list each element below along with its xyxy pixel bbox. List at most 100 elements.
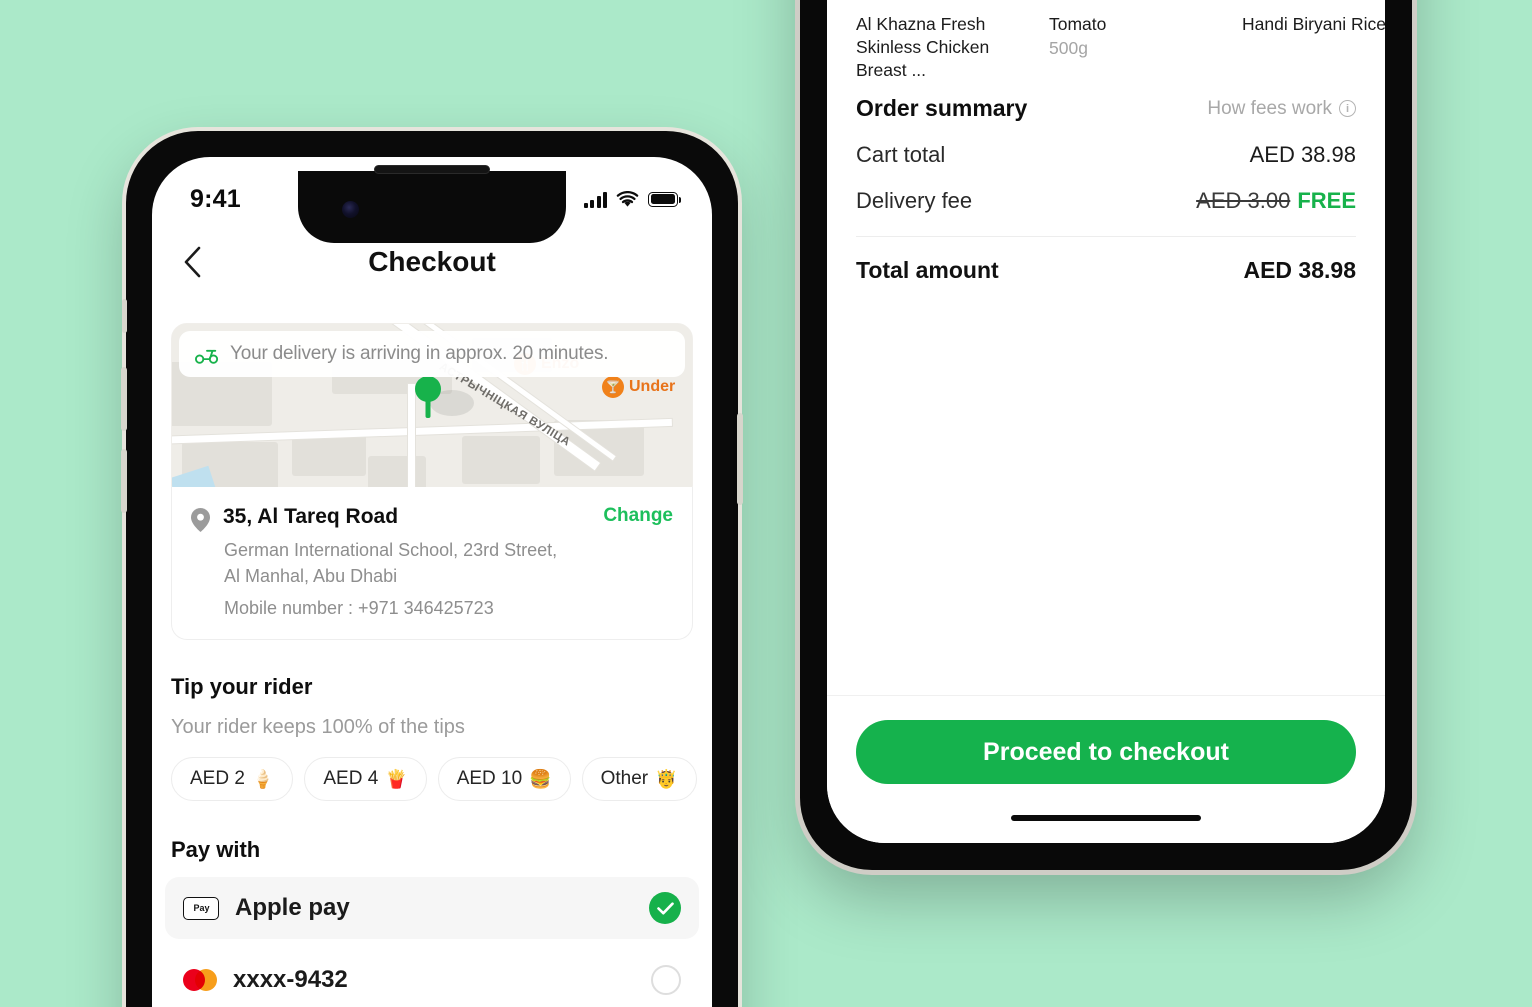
delivery-address-card: 35, Al Tareq Road Change German Internat… (171, 487, 693, 641)
front-camera-icon (342, 201, 359, 218)
address-mobile-number: Mobile number : +971 346425723 (224, 598, 494, 619)
address-header: 35, Al Tareq Road Change (191, 505, 673, 532)
payment-method-label: Apple pay (235, 894, 350, 922)
volume-down-button[interactable] (121, 449, 127, 513)
total-label: Total amount (856, 257, 999, 283)
mastercard-icon (183, 969, 217, 992)
checkout-scroll-body: АСТРЫЧНІЦКАЯ ВУЛІЦА 🍴 Enzo 🍸 Under (152, 305, 712, 1007)
summary-row-delivery-fee: Delivery fee AED 3.00 FREE (856, 188, 1356, 214)
how-fees-work-link[interactable]: How fees work i (1207, 98, 1356, 120)
how-fees-work-label: How fees work (1207, 97, 1332, 119)
delivery-map[interactable]: АСТРЫЧНІЦКАЯ ВУЛІЦА 🍴 Enzo 🍸 Under (171, 323, 693, 501)
silence-switch[interactable] (122, 299, 127, 333)
order-summary-title: Order summary (856, 95, 1028, 121)
product-price: AED 7.50 (856, 0, 1024, 6)
product-size: 500g (1049, 38, 1088, 59)
battery-full-icon (648, 191, 682, 207)
product-name: Handi Biryani Rice 5 (1242, 14, 1385, 34)
product-card[interactable]: AED 1.48 Tomato 500g (1049, 0, 1217, 84)
volume-up-button[interactable] (121, 367, 127, 431)
cart-screen-body: Handi Handi Biryani Rice 5kg (827, 0, 1385, 843)
payment-radio-unselected[interactable] (651, 965, 681, 996)
order-summary: Order summary How fees work i Cart total… (856, 95, 1356, 284)
payment-method-label: xxxx-9432 (233, 966, 348, 994)
fries-icon: 🍟 (385, 768, 408, 789)
crown-icon: 🤴 (655, 768, 678, 789)
address-title: 35, Al Tareq Road (223, 505, 399, 528)
tip-option-aed-4[interactable]: AED 4 🍟 (304, 757, 427, 802)
product-card[interactable]: Handi Biryani Rice 5 (1242, 0, 1385, 84)
tip-option-label: Other (600, 768, 649, 790)
product-name: Al Khazna Fresh Skinless Chicken Breast … (856, 14, 990, 81)
location-pin-icon (191, 508, 210, 532)
product-price: AED 1.48 (1049, 0, 1217, 6)
status-bar-icons (583, 190, 682, 208)
tip-option-aed-10[interactable]: AED 10 🍔 (437, 757, 571, 802)
summary-row-total: Total amount AED 38.98 (856, 257, 1356, 284)
address-line-2: Al Manhal, Abu Dhabi (224, 565, 398, 586)
tip-options: AED 2 🍦 AED 4 🍟 AED 10 🍔 Other 🤴 (171, 757, 712, 802)
ice-cream-icon: 🍦 (251, 768, 275, 789)
payment-method-apple-pay[interactable]: Pay Apple pay (165, 877, 699, 940)
summary-label: Delivery fee (856, 188, 973, 213)
notch (298, 165, 566, 243)
chevron-left-icon (184, 246, 200, 278)
pay-section-title: Pay with (171, 837, 261, 863)
address-details: German International School, 23rd Street… (224, 538, 673, 619)
original-delivery-fee: AED 3.00 (1196, 188, 1291, 213)
product-card[interactable]: Chicken Breast AL KHAZNA Fresh (856, 0, 1024, 84)
free-badge: FREE (1297, 188, 1356, 213)
summary-value: AED 38.98 (1249, 142, 1356, 167)
product-name: Tomato (1049, 14, 1107, 34)
change-address-link[interactable]: Change (603, 505, 673, 527)
page-title: Checkout (368, 246, 496, 277)
tip-option-label: AED 10 (456, 768, 523, 790)
payment-method-mastercard[interactable]: xxxx-9432 (165, 949, 699, 1007)
summary-label: Cart total (856, 142, 946, 167)
back-button[interactable] (164, 234, 220, 290)
tip-section-title: Tip your rider (171, 674, 313, 700)
map-pin-icon (415, 376, 441, 402)
bar-icon: 🍸 (602, 376, 624, 398)
status-bar-clock: 9:41 (190, 184, 241, 213)
proceed-to-checkout-button[interactable]: Proceed to checkout (856, 720, 1356, 784)
earpiece-speaker-icon (374, 165, 490, 174)
checkout-footer: Proceed to checkout (827, 695, 1385, 843)
home-indicator[interactable] (1011, 815, 1201, 821)
eta-banner: Your delivery is arriving in approx. 20 … (179, 331, 685, 377)
address-line-1: German International School, 23rd Street… (224, 540, 558, 560)
left-phone-device: 9:41 Checkout АСТРЫЧНІЦКАЯ ВУЛІЦА 🍸 Unde… (121, 131, 743, 1007)
tip-option-aed-2[interactable]: AED 2 🍦 (171, 757, 294, 802)
currency-label: AED (1049, 0, 1092, 5)
apple-pay-icon: Pay (183, 896, 219, 920)
wifi-icon (616, 190, 639, 207)
total-value: AED 38.98 (1243, 257, 1356, 283)
payment-selected-check-icon[interactable] (649, 892, 681, 925)
price-value: 7.50 (1291, 0, 1332, 5)
product-price: AED 7.50 (1242, 0, 1385, 6)
tip-option-label: AED 2 (190, 768, 245, 790)
summary-divider (856, 236, 1356, 237)
scooter-icon (195, 349, 219, 364)
currency-label: AED (856, 0, 899, 5)
tip-section-subtitle: Your rider keeps 100% of the tips (171, 716, 465, 739)
tip-option-other[interactable]: Other 🤴 (581, 757, 697, 802)
map-poi-label: Under (629, 378, 676, 395)
power-button[interactable] (737, 413, 743, 505)
buy-again-carousel[interactable]: Chicken Breast AL KHAZNA Fresh (856, 0, 1385, 84)
map-poi-under[interactable]: 🍸 Under (602, 376, 675, 398)
currency-label: AED (1242, 0, 1285, 5)
right-phone-screen: Handi Handi Biryani Rice 5kg (827, 0, 1385, 843)
price-value: 7.50 (905, 0, 946, 5)
order-summary-header: Order summary How fees work i (856, 95, 1356, 122)
info-icon: i (1339, 100, 1356, 117)
right-phone-device: Handi Handi Biryani Rice 5kg (800, 0, 1412, 870)
screenshot-stage: 9:41 Checkout АСТРЫЧНІЦКАЯ ВУЛІЦА 🍸 Unde… (0, 0, 1532, 1007)
summary-row-cart-total: Cart total AED 38.98 (856, 142, 1356, 168)
summary-value-group: AED 3.00 FREE (1196, 188, 1356, 214)
eta-text: Your delivery is arriving in approx. 20 … (230, 343, 609, 364)
left-phone-screen: 9:41 Checkout АСТРЫЧНІЦКАЯ ВУЛІЦА 🍸 Unde… (152, 157, 712, 1007)
burger-icon: 🍔 (529, 768, 552, 789)
tip-option-label: AED 4 (323, 768, 379, 790)
signal-bars-icon (583, 191, 607, 208)
